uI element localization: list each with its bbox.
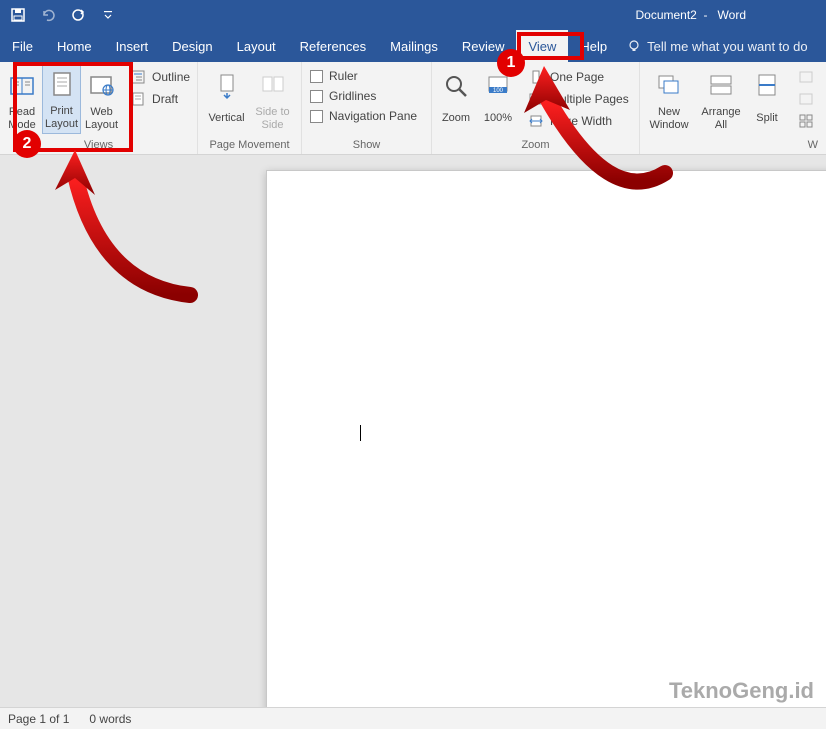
web-layout-button[interactable]: Web Layout [83, 64, 120, 134]
tab-references[interactable]: References [288, 30, 378, 62]
split-button[interactable]: Split [748, 64, 786, 134]
ribbon-group-zoom: Zoom 100 100% One Page [432, 62, 640, 154]
status-bar: Page 1 of 1 0 words [0, 707, 826, 729]
one-page-button[interactable]: One Page [524, 68, 633, 86]
document-area[interactable] [0, 155, 826, 707]
ribbon-group-window: New Window Arrange All Split W [640, 62, 826, 154]
text-cursor [360, 425, 361, 441]
print-layout-icon [46, 69, 78, 101]
ribbon: Read Mode Print Layout Web Layout [0, 62, 826, 155]
arrange-all-icon [705, 70, 737, 102]
ruler-checkbox[interactable]: Ruler [306, 68, 421, 84]
tab-design[interactable]: Design [160, 30, 224, 62]
tab-layout[interactable]: Layout [225, 30, 288, 62]
one-page-icon [528, 69, 544, 85]
document-page[interactable] [266, 170, 826, 707]
outline-button[interactable]: Outline [126, 68, 194, 86]
checkbox-icon [310, 70, 323, 83]
zoom-button[interactable]: Zoom [436, 64, 476, 134]
tab-mailings[interactable]: Mailings [378, 30, 450, 62]
tab-view[interactable]: View [516, 30, 568, 62]
zoom-icon [440, 70, 472, 102]
window-small-icon [798, 91, 814, 107]
title-bar: Document2 - Word [0, 0, 826, 30]
outline-icon [130, 69, 146, 85]
tab-insert[interactable]: Insert [104, 30, 161, 62]
page-indicator[interactable]: Page 1 of 1 [8, 712, 69, 726]
svg-text:100: 100 [493, 88, 504, 94]
window-item1[interactable] [794, 68, 818, 86]
window-small-icon [798, 113, 814, 129]
checkbox-icon [310, 90, 323, 103]
app-name: Word [718, 8, 746, 22]
tab-help[interactable]: Help [568, 30, 619, 62]
redo-icon[interactable] [70, 7, 86, 23]
page-width-button[interactable]: Page Width [524, 112, 633, 130]
menu-bar: File Home Insert Design Layout Reference… [0, 30, 826, 62]
tab-file[interactable]: File [0, 30, 45, 62]
watermark: TeknoGeng.id [669, 678, 814, 704]
draft-button[interactable]: Draft [126, 90, 194, 108]
window-title: Document2 - Word [635, 8, 746, 22]
split-icon [751, 70, 783, 102]
page-width-icon [528, 113, 544, 129]
hundred-percent-icon: 100 [482, 70, 514, 102]
new-window-button[interactable]: New Window [644, 64, 694, 134]
document-name: Document2 [635, 8, 696, 22]
tell-me-search[interactable]: Tell me what you want to do [627, 39, 807, 54]
vertical-button[interactable]: Vertical [205, 64, 249, 134]
new-window-icon [653, 70, 685, 102]
ribbon-group-views: Read Mode Print Layout Web Layout [0, 62, 198, 154]
quick-access-toolbar [0, 7, 116, 23]
gridlines-checkbox[interactable]: Gridlines [306, 88, 421, 104]
undo-icon[interactable] [40, 7, 56, 23]
vertical-icon [211, 70, 243, 102]
customize-qa-icon[interactable] [100, 7, 116, 23]
tab-review[interactable]: Review [450, 30, 517, 62]
print-layout-button[interactable]: Print Layout [42, 64, 81, 134]
read-mode-button[interactable]: Read Mode [4, 64, 40, 134]
side-to-side-icon [257, 70, 289, 102]
navigation-pane-checkbox[interactable]: Navigation Pane [306, 108, 421, 124]
multiple-pages-icon [528, 91, 544, 107]
ribbon-group-page-movement: Vertical Side to Side Page Movement [198, 62, 302, 154]
read-mode-icon [6, 70, 38, 102]
window-item3[interactable] [794, 112, 818, 130]
lightbulb-icon [627, 39, 641, 53]
word-count[interactable]: 0 words [89, 712, 131, 726]
window-small-icon [798, 69, 814, 85]
window-item2[interactable] [794, 90, 818, 108]
multiple-pages-button[interactable]: Multiple Pages [524, 90, 633, 108]
side-to-side-button[interactable]: Side to Side [251, 64, 295, 134]
draft-icon [130, 91, 146, 107]
save-icon[interactable] [10, 7, 26, 23]
hundred-percent-button[interactable]: 100 100% [478, 64, 518, 134]
web-layout-icon [86, 70, 118, 102]
tab-home[interactable]: Home [45, 30, 104, 62]
checkbox-icon [310, 110, 323, 123]
ribbon-group-show: Ruler Gridlines Navigation Pane Show [302, 62, 432, 154]
arrange-all-button[interactable]: Arrange All [696, 64, 746, 134]
